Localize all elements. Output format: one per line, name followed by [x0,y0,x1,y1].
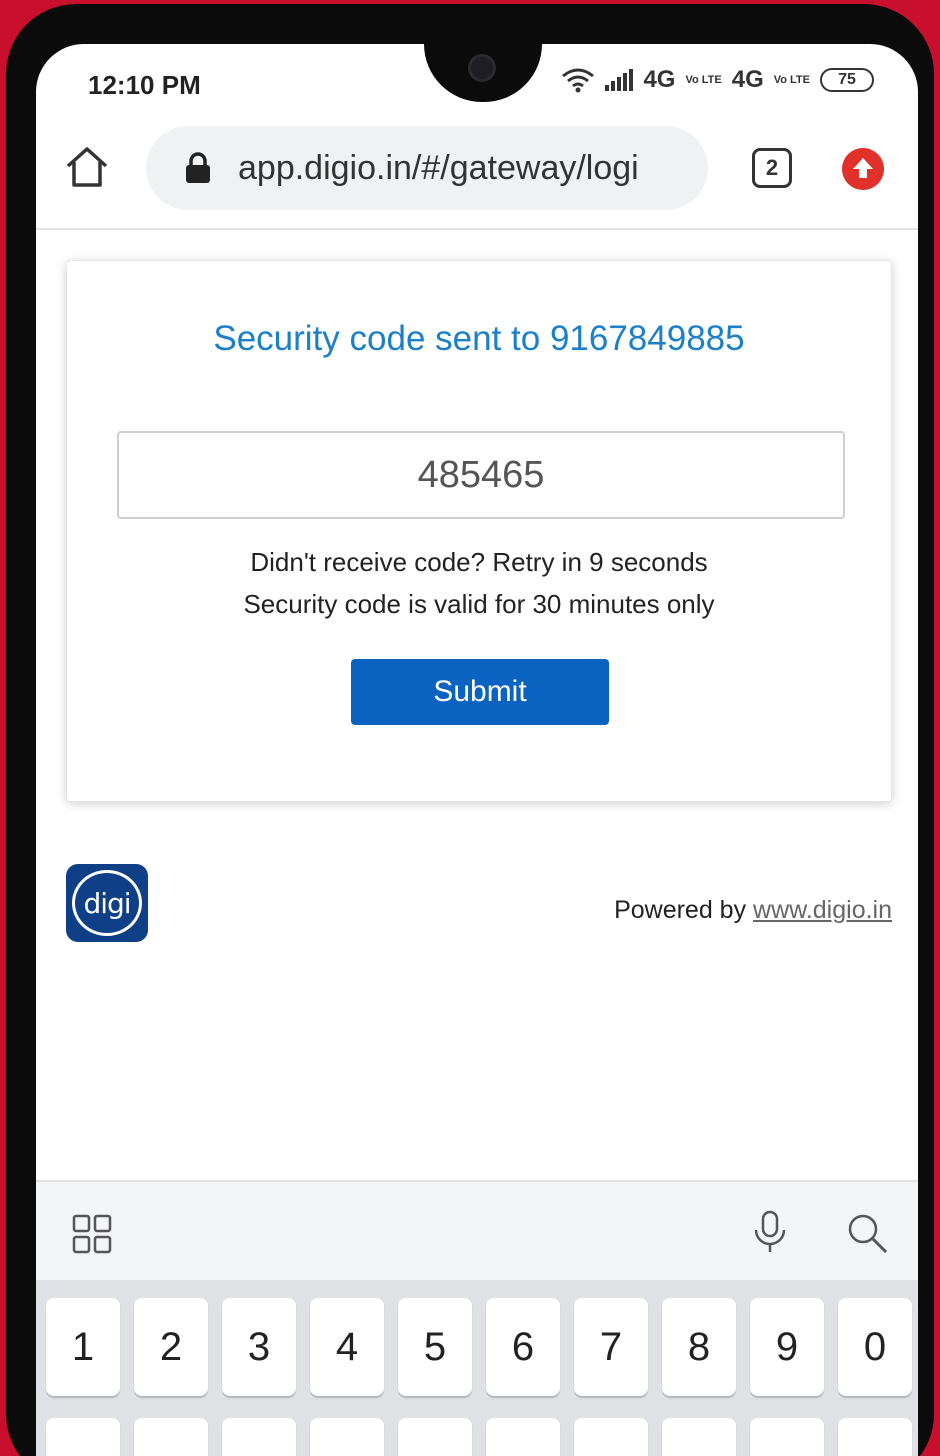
powered-by: Powered by www.digio.in [614,896,892,925]
battery-indicator: 75 [820,68,874,92]
key-9[interactable]: 9 [750,1298,824,1396]
key-6[interactable]: 6 [486,1298,560,1396]
validity-text: Security code is valid for 30 minutes on… [243,589,715,619]
keyboard-key[interactable] [662,1418,736,1456]
camera-icon [468,54,496,82]
keyboard-key[interactable] [838,1418,912,1456]
search-icon[interactable] [846,1212,888,1254]
network-type-2: 4G [731,66,764,93]
keyboard-key[interactable] [574,1418,648,1456]
signal-icon [605,69,634,91]
keyboard-key[interactable] [310,1418,384,1456]
volte-badge-1: Vo LTE [685,73,722,86]
apps-grid-icon[interactable] [72,1214,112,1254]
lock-icon [186,152,210,183]
key-1[interactable]: 1 [46,1298,120,1396]
retry-text: Didn't receive code? Retry in 9 seconds [250,547,708,577]
status-icons: 4G Vo LTE 4G Vo LTE 75 [561,66,874,94]
key-3[interactable]: 3 [222,1298,296,1396]
keyboard-key[interactable] [398,1418,472,1456]
submit-button[interactable]: Submit [351,659,609,725]
update-icon[interactable] [842,148,884,190]
tab-switcher-button[interactable]: 2 [752,148,792,188]
key-8[interactable]: 8 [662,1298,736,1396]
key-2[interactable]: 2 [134,1298,208,1396]
otp-input[interactable] [117,431,845,519]
status-time: 12:10 PM [88,70,201,100]
digio-logo: digi [66,864,148,942]
keyboard-toolbar [36,1180,918,1280]
url-text: app.digio.in/#/gateway/logi [238,148,639,187]
camera-notch [424,44,542,102]
number-key-row: 1234567890 [46,1298,912,1396]
keyboard-key[interactable] [46,1418,120,1456]
microphone-icon[interactable] [752,1210,788,1254]
keyboard-key[interactable] [134,1418,208,1456]
phone-screen: 12:10 PM 4G Vo LTE 4G Vo LTE 75 app.digi… [36,44,918,1456]
security-code-title: Security code sent to 9167849885 [213,319,745,358]
powered-by-label: Powered by [614,896,747,924]
second-key-row [46,1418,912,1456]
keyboard-key[interactable] [222,1418,296,1456]
browser-toolbar: app.digio.in/#/gateway/logi 2 [36,122,918,230]
key-5[interactable]: 5 [398,1298,472,1396]
key-4[interactable]: 4 [310,1298,384,1396]
address-bar[interactable]: app.digio.in/#/gateway/logi [146,126,708,210]
keyboard-key[interactable] [750,1418,824,1456]
logo-text: digi [83,886,131,920]
logo-ring: digi [72,870,142,936]
otp-card: Security code sent to 9167849885 Didn't … [66,260,892,802]
keyboard-key[interactable] [486,1418,560,1456]
powered-by-link[interactable]: www.digio.in [753,896,892,924]
volte-badge-2: Vo LTE [773,73,810,86]
key-0[interactable]: 0 [838,1298,912,1396]
home-icon[interactable] [64,144,110,190]
key-7[interactable]: 7 [574,1298,648,1396]
numeric-keyboard: 1234567890 [36,1280,918,1456]
wifi-icon [562,68,595,93]
network-type-1: 4G [643,66,676,93]
